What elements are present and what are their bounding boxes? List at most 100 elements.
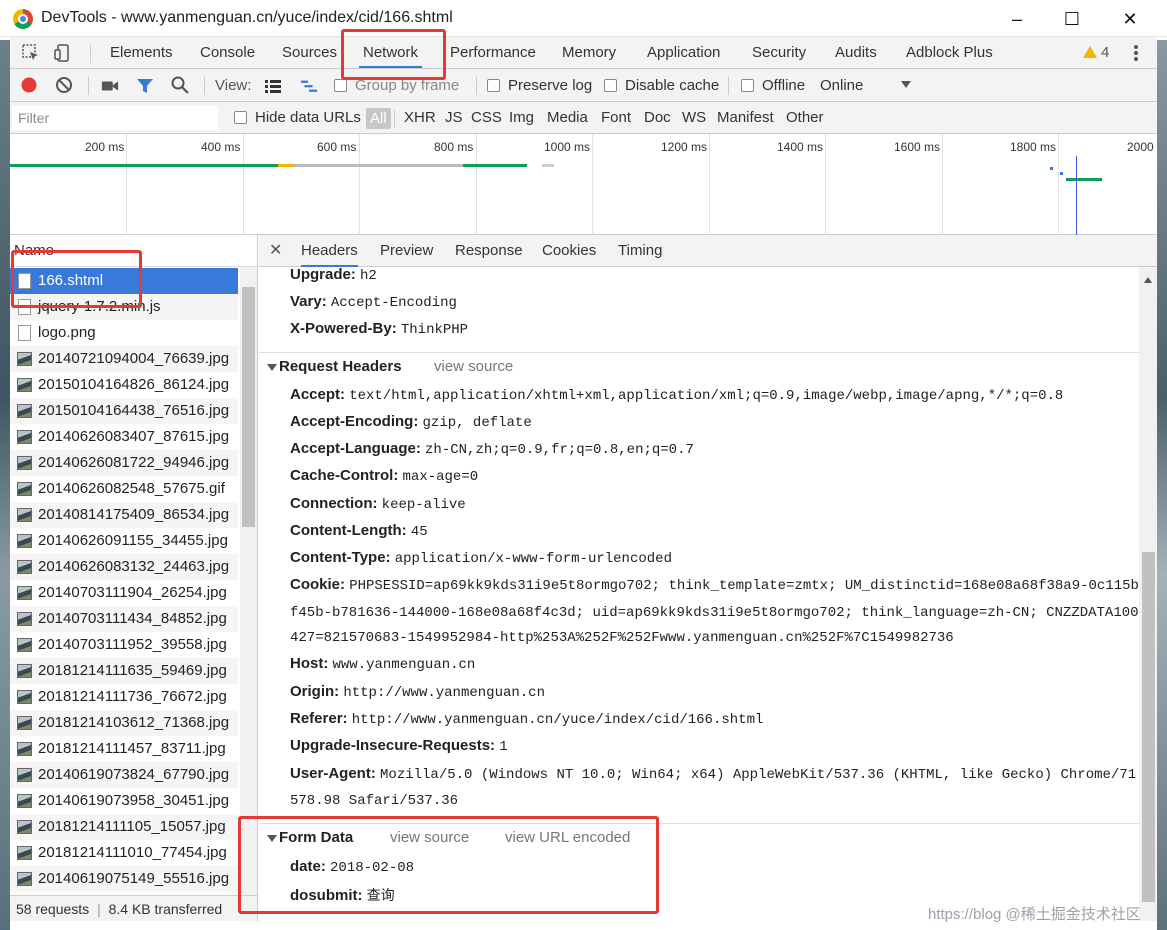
throttling-select[interactable]: Online bbox=[820, 69, 912, 102]
tab-performance[interactable]: Performance bbox=[450, 37, 536, 68]
request-name: 20150104164438_76516.jpg bbox=[38, 402, 230, 419]
request-row[interactable]: 20140703111904_26254.jpg bbox=[10, 580, 238, 606]
inspect-element-icon[interactable] bbox=[22, 44, 40, 62]
header-line: User-Agent: Mozilla/5.0 (Windows NT 10.0… bbox=[290, 765, 1139, 783]
filter-type-ws[interactable]: WS bbox=[682, 102, 706, 134]
request-row[interactable]: logo.png bbox=[10, 320, 238, 346]
timeline-gridline bbox=[942, 134, 943, 235]
tab-console[interactable]: Console bbox=[200, 37, 255, 68]
request-row[interactable]: 20181214111736_76672.jpg bbox=[10, 684, 238, 710]
filter-type-font[interactable]: Font bbox=[601, 102, 631, 134]
more-options-icon[interactable] bbox=[1134, 45, 1138, 61]
request-row[interactable]: 20140626081722_94946.jpg bbox=[10, 450, 238, 476]
record-icon[interactable] bbox=[20, 76, 38, 94]
filter-type-xhr[interactable]: XHR bbox=[404, 102, 436, 134]
request-row[interactable]: 20140619073958_30451.jpg bbox=[10, 788, 238, 814]
timeline-tick-label: 600 ms bbox=[317, 140, 357, 154]
close-detail-icon[interactable]: ✕ bbox=[269, 235, 282, 267]
request-row[interactable]: 20140703111434_84852.jpg bbox=[10, 606, 238, 632]
view-url-encoded-link[interactable]: view URL encoded bbox=[505, 829, 630, 846]
filter-funnel-icon[interactable] bbox=[136, 77, 154, 95]
request-row[interactable]: 20140626091155_34455.jpg bbox=[10, 528, 238, 554]
header-line: 578.98 Safari/537.36 bbox=[290, 791, 458, 809]
filter-type-img[interactable]: Img bbox=[509, 102, 534, 134]
request-list-scrollbar[interactable] bbox=[240, 267, 257, 895]
detail-tab-preview[interactable]: Preview bbox=[380, 235, 433, 267]
detail-tab-response[interactable]: Response bbox=[455, 235, 523, 267]
request-row[interactable]: 20181214103612_71368.jpg bbox=[10, 710, 238, 736]
header-key: Accept-Language: bbox=[290, 440, 421, 457]
filter-type-css[interactable]: CSS bbox=[471, 102, 502, 134]
request-row[interactable]: 20150104164826_86124.jpg bbox=[10, 372, 238, 398]
filter-type-manifest[interactable]: Manifest bbox=[717, 102, 774, 134]
tab-network[interactable]: Network bbox=[359, 37, 423, 68]
tab-adblock-plus[interactable]: Adblock Plus bbox=[906, 37, 993, 68]
header-line: X-Powered-By: ThinkPHP bbox=[290, 320, 468, 338]
tab-elements[interactable]: Elements bbox=[110, 37, 173, 68]
devtools-tabbar: Elements Console Sources Network Perform… bbox=[10, 37, 1157, 69]
detail-tab-timing[interactable]: Timing bbox=[618, 235, 662, 267]
detail-tab-headers[interactable]: Headers bbox=[301, 235, 358, 267]
maximize-button[interactable]: ☐ bbox=[1049, 4, 1095, 34]
network-overview-timeline[interactable]: 200 ms 400 ms 600 ms 800 ms 1000 ms 1200… bbox=[10, 134, 1157, 235]
detail-tab-cookies[interactable]: Cookies bbox=[542, 235, 596, 267]
request-row[interactable]: 166.shtml bbox=[10, 268, 238, 294]
request-row[interactable]: 20150104164438_76516.jpg bbox=[10, 398, 238, 424]
request-detail-panel: ✕ Headers Preview Response Cookies Timin… bbox=[259, 235, 1157, 921]
group-by-frame-checkbox[interactable]: Group by frame bbox=[334, 69, 459, 102]
request-row[interactable]: 20140626083407_87615.jpg bbox=[10, 424, 238, 450]
form-data-section[interactable]: Form Data view source view URL encoded bbox=[259, 823, 1139, 851]
request-row[interactable]: 20140703111952_39558.jpg bbox=[10, 632, 238, 658]
large-rows-icon[interactable] bbox=[264, 77, 282, 95]
tab-audits[interactable]: Audits bbox=[835, 37, 877, 68]
offline-checkbox[interactable]: Offline bbox=[741, 69, 805, 102]
request-row[interactable]: 20181214111635_59469.jpg bbox=[10, 658, 238, 684]
request-row[interactable]: jquery-1.7.2.min.js bbox=[10, 294, 238, 320]
disclosure-triangle-icon[interactable] bbox=[267, 364, 277, 371]
filter-type-doc[interactable]: Doc bbox=[644, 102, 671, 134]
filter-type-media[interactable]: Media bbox=[547, 102, 588, 134]
timeline-request-bar bbox=[463, 164, 527, 167]
image-file-icon bbox=[17, 430, 32, 444]
request-row[interactable]: 20140721094004_76639.jpg bbox=[10, 346, 238, 372]
name-column-header[interactable]: Name bbox=[10, 235, 257, 267]
disclosure-triangle-icon[interactable] bbox=[267, 835, 277, 842]
view-source-link[interactable]: view source bbox=[390, 829, 469, 846]
screenshot-camera-icon[interactable] bbox=[101, 77, 119, 95]
tab-memory[interactable]: Memory bbox=[562, 37, 616, 68]
search-icon[interactable] bbox=[171, 76, 189, 94]
disable-cache-checkbox[interactable]: Disable cache bbox=[604, 69, 719, 102]
scrollbar-thumb[interactable] bbox=[1142, 552, 1155, 902]
filter-type-other[interactable]: Other bbox=[786, 102, 824, 134]
request-row[interactable]: 20140814175409_86534.jpg bbox=[10, 502, 238, 528]
request-row[interactable]: 20140619075149_55516.jpg bbox=[10, 866, 238, 892]
waterfall-overview-icon[interactable] bbox=[300, 77, 318, 95]
preserve-log-checkbox[interactable]: Preserve log bbox=[487, 69, 592, 102]
tab-sources[interactable]: Sources bbox=[282, 37, 337, 68]
header-value: 1 bbox=[499, 739, 508, 755]
request-row[interactable]: 20181214111010_77454.jpg bbox=[10, 840, 238, 866]
hide-data-urls-checkbox[interactable]: Hide data URLs bbox=[234, 102, 361, 134]
minimize-button[interactable]: – bbox=[994, 4, 1040, 34]
request-row[interactable]: 20181214111457_83711.jpg bbox=[10, 736, 238, 762]
scrollbar-thumb[interactable] bbox=[242, 287, 255, 527]
tab-application[interactable]: Application bbox=[647, 37, 720, 68]
filter-type-all[interactable]: All bbox=[366, 108, 391, 129]
scroll-up-icon[interactable] bbox=[1144, 277, 1152, 283]
toolbar-separator bbox=[204, 77, 205, 95]
tab-security[interactable]: Security bbox=[752, 37, 806, 68]
request-row[interactable]: 20140626083132_24463.jpg bbox=[10, 554, 238, 580]
device-toolbar-icon[interactable] bbox=[54, 44, 72, 62]
detail-scrollbar[interactable] bbox=[1139, 267, 1157, 921]
warnings-counter[interactable]: 4 bbox=[1083, 37, 1109, 68]
request-row[interactable]: 20181214111105_15057.jpg bbox=[10, 814, 238, 840]
request-row[interactable]: 20140626082548_57675.gif bbox=[10, 476, 238, 502]
request-headers-section[interactable]: Request Headers view source bbox=[259, 352, 1139, 380]
toolbar-separator bbox=[476, 77, 477, 95]
clear-icon[interactable] bbox=[55, 76, 73, 94]
view-source-link[interactable]: view source bbox=[434, 358, 513, 375]
filter-type-js[interactable]: JS bbox=[445, 102, 463, 134]
close-window-button[interactable]: ✕ bbox=[1107, 4, 1153, 34]
request-row[interactable]: 20140619073824_67790.jpg bbox=[10, 762, 238, 788]
filter-input[interactable] bbox=[12, 106, 218, 130]
